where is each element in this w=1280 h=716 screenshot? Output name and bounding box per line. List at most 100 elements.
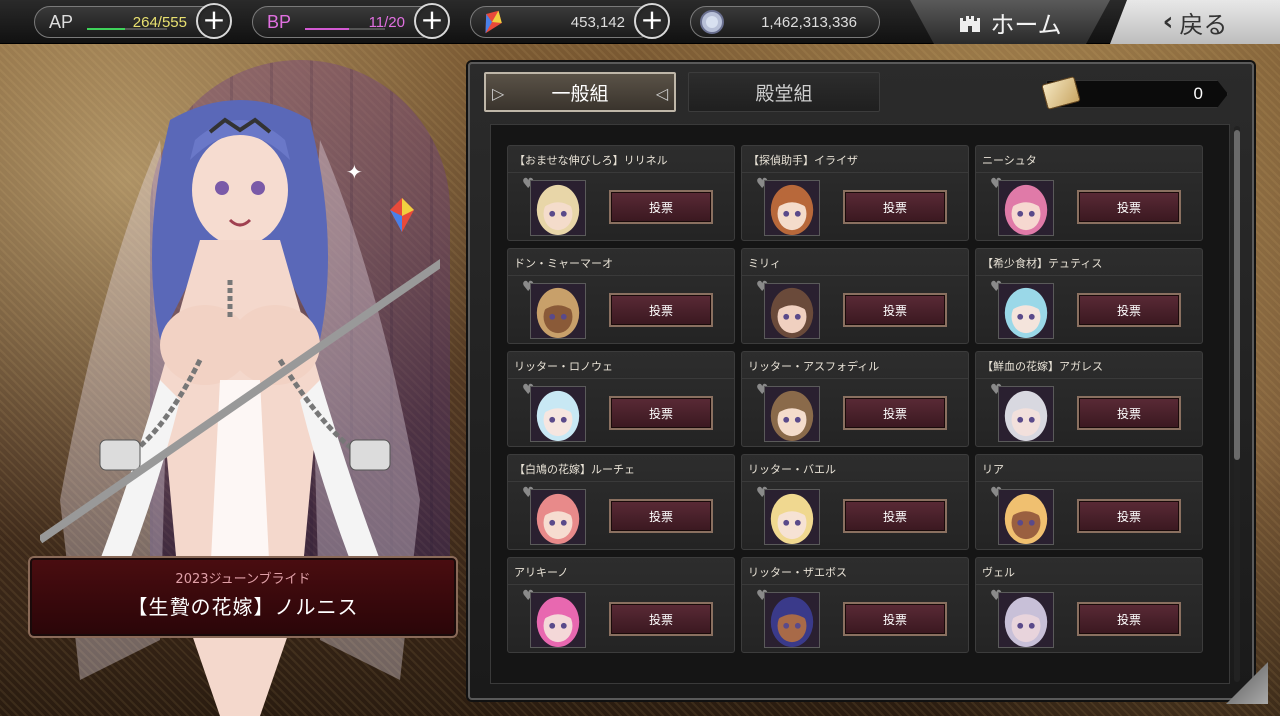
character-card: 【探偵助手】イライザ ♥ 投票 bbox=[741, 145, 969, 241]
character-portrait[interactable] bbox=[764, 386, 820, 442]
character-portrait[interactable] bbox=[998, 283, 1054, 339]
divider bbox=[508, 275, 734, 276]
divider bbox=[976, 378, 1202, 379]
vote-button-label: 投票 bbox=[648, 200, 673, 215]
character-list[interactable]: 【おませな伸びしろ】リリネル ♥ 投票 【探偵助手】イライザ ♥ 投票 ニーシュタ ♥ 投票 ドン… bbox=[490, 124, 1230, 684]
character-portrait[interactable] bbox=[764, 489, 820, 545]
gem-add-button[interactable]: + bbox=[634, 3, 670, 39]
character-card-name: アリキーノ bbox=[514, 566, 569, 579]
character-card-name: リア bbox=[982, 463, 1004, 476]
tab-general-label: 一般組 bbox=[551, 82, 609, 105]
vote-button[interactable]: 投票 bbox=[1077, 499, 1181, 533]
tab-general[interactable]: ▷ 一般組 ◁ bbox=[484, 72, 676, 112]
character-portrait[interactable] bbox=[998, 386, 1054, 442]
list-scrollbar[interactable] bbox=[1234, 126, 1240, 682]
vote-button[interactable]: 投票 bbox=[1077, 293, 1181, 327]
home-label: ホーム bbox=[990, 10, 1062, 39]
vote-button[interactable]: 投票 bbox=[1077, 190, 1181, 224]
character-card-name: ミリィ bbox=[748, 257, 781, 270]
character-portrait[interactable] bbox=[530, 283, 586, 339]
gem-icon bbox=[485, 10, 502, 34]
tab-hall-of-fame[interactable]: 殿堂組 bbox=[688, 72, 880, 112]
character-card-name: ヴェル bbox=[982, 566, 1015, 579]
vote-button-label: 投票 bbox=[882, 612, 907, 627]
character-card: リッター・バエル ♥ 投票 bbox=[741, 454, 969, 550]
ap-bar-fill bbox=[87, 28, 126, 30]
sparkle-icon: ✦ bbox=[346, 160, 363, 184]
vote-button-label: 投票 bbox=[1116, 612, 1141, 627]
castle-icon bbox=[960, 16, 981, 32]
character-card: リア ♥ 投票 bbox=[975, 454, 1203, 550]
scrollbar-thumb[interactable] bbox=[1234, 130, 1240, 460]
tab-hall-of-fame-label: 殿堂組 bbox=[755, 82, 813, 105]
character-card: リッター・ロノウェ ♥ 投票 bbox=[507, 351, 735, 447]
top-bar: AP 264/555 + BP 11/20 + 453,142 + 1,462,… bbox=[0, 0, 1280, 44]
divider bbox=[742, 172, 968, 173]
character-card-name: リッター・ザエボス bbox=[748, 566, 847, 579]
vote-button[interactable]: 投票 bbox=[843, 602, 947, 636]
crystal-icon bbox=[390, 198, 414, 232]
divider bbox=[508, 172, 734, 173]
vote-button-label: 投票 bbox=[648, 303, 673, 318]
bp-bar-fill bbox=[305, 28, 349, 30]
vote-button[interactable]: 投票 bbox=[609, 190, 713, 224]
coin-counter: 1,462,313,336 bbox=[690, 6, 880, 38]
character-card-name: リッター・バエル bbox=[748, 463, 836, 476]
vote-button[interactable]: 投票 bbox=[609, 499, 713, 533]
vote-button[interactable]: 投票 bbox=[609, 602, 713, 636]
divider bbox=[508, 481, 734, 482]
character-portrait[interactable] bbox=[530, 489, 586, 545]
vote-button[interactable]: 投票 bbox=[843, 190, 947, 224]
home-button[interactable]: ホーム bbox=[910, 0, 1110, 44]
character-card: ニーシュタ ♥ 投票 bbox=[975, 145, 1203, 241]
character-portrait[interactable] bbox=[530, 592, 586, 648]
character-card-name: リッター・アスフォディル bbox=[748, 360, 880, 373]
character-portrait[interactable] bbox=[530, 180, 586, 236]
coin-icon bbox=[700, 10, 724, 34]
divider bbox=[976, 584, 1202, 585]
character-card: ミリィ ♥ 投票 bbox=[741, 248, 969, 344]
character-card-name: ニーシュタ bbox=[982, 154, 1037, 167]
divider bbox=[976, 481, 1202, 482]
character-portrait[interactable] bbox=[764, 592, 820, 648]
divider bbox=[976, 172, 1202, 173]
character-card-name: 【白鳩の花嫁】ルーチェ bbox=[514, 463, 635, 476]
bp-value: 11/20 bbox=[368, 13, 405, 31]
back-button[interactable]: ‹ 戻る bbox=[1110, 0, 1280, 44]
ap-value: 264/555 bbox=[132, 13, 187, 31]
divider bbox=[508, 584, 734, 585]
vote-button[interactable]: 投票 bbox=[609, 396, 713, 430]
character-portrait[interactable] bbox=[998, 180, 1054, 236]
vote-button[interactable]: 投票 bbox=[843, 293, 947, 327]
character-card-name: 【探偵助手】イライザ bbox=[748, 154, 858, 167]
character-portrait[interactable] bbox=[530, 386, 586, 442]
vote-button[interactable]: 投票 bbox=[609, 293, 713, 327]
chevron-left-icon: ◁ bbox=[655, 84, 668, 103]
divider bbox=[742, 584, 968, 585]
vote-button-label: 投票 bbox=[882, 303, 907, 318]
vote-button[interactable]: 投票 bbox=[843, 499, 947, 533]
character-card: 【おませな伸びしろ】リリネル ♥ 投票 bbox=[507, 145, 735, 241]
vote-button-label: 投票 bbox=[648, 406, 673, 421]
vote-button[interactable]: 投票 bbox=[843, 396, 947, 430]
character-portrait[interactable] bbox=[998, 489, 1054, 545]
character-portrait[interactable] bbox=[764, 283, 820, 339]
event-title: 2023ジューンブライド bbox=[175, 572, 311, 587]
chevron-left-icon: ‹ bbox=[1162, 7, 1174, 37]
character-card: リッター・ザエボス ♥ 投票 bbox=[741, 557, 969, 653]
character-card-name: リッター・ロノウェ bbox=[514, 360, 613, 373]
ap-add-button[interactable]: + bbox=[196, 3, 232, 39]
character-card: 【希少食材】テュティス ♥ 投票 bbox=[975, 248, 1203, 344]
bp-add-button[interactable]: + bbox=[414, 3, 450, 39]
vote-button[interactable]: 投票 bbox=[1077, 396, 1181, 430]
character-nameplate: 2023ジューンブライド 【生贄の花嫁】ノルニス bbox=[28, 556, 458, 638]
vote-button-label: 投票 bbox=[1116, 406, 1141, 421]
character-portrait[interactable] bbox=[998, 592, 1054, 648]
character-name: 【生贄の花嫁】ノルニス bbox=[127, 595, 359, 619]
vote-button[interactable]: 投票 bbox=[1077, 602, 1181, 636]
vote-button-label: 投票 bbox=[882, 200, 907, 215]
vote-button-label: 投票 bbox=[648, 509, 673, 524]
vote-ticket-value: 0 bbox=[1193, 84, 1203, 103]
character-portrait[interactable] bbox=[764, 180, 820, 236]
ap-label: AP bbox=[49, 11, 74, 32]
